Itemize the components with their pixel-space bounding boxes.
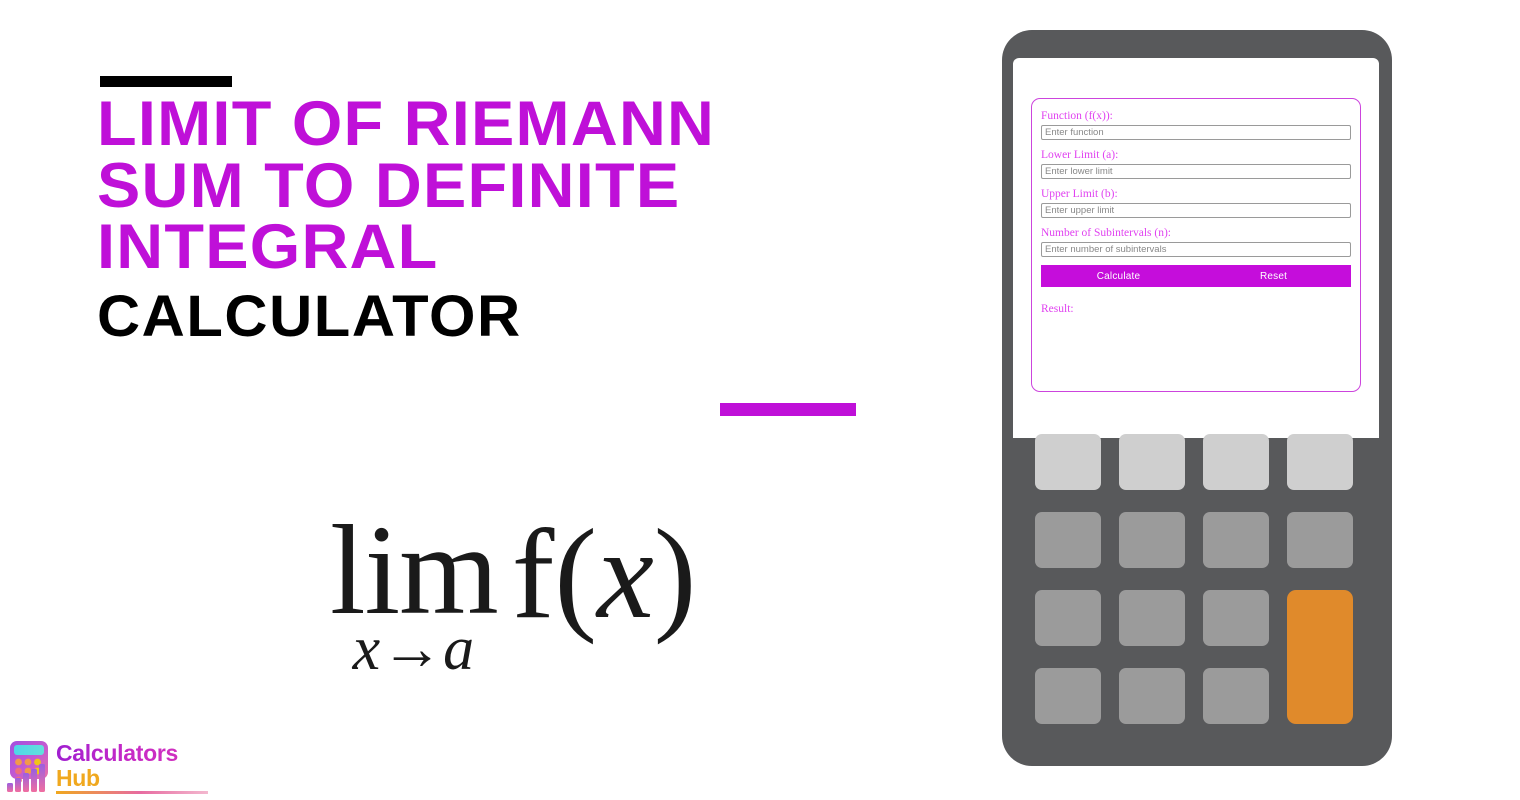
subtitle-accent-rule <box>720 403 856 416</box>
function-field-label: Function (f(x)): <box>1041 110 1113 122</box>
subintervals-input[interactable] <box>1041 242 1351 257</box>
limit-expression-prefix: f( <box>511 503 597 645</box>
function-input[interactable] <box>1041 125 1351 140</box>
limit-expression-variable: x <box>596 503 654 645</box>
keypad-key[interactable] <box>1035 668 1101 724</box>
hero-left-panel: Limit of Riemann Sum to Definite Integra… <box>0 0 960 800</box>
upper-limit-field-label: Upper Limit (b): <box>1041 188 1118 200</box>
reset-button[interactable]: Reset <box>1196 265 1351 287</box>
calculator-bars-logo-icon <box>7 741 48 792</box>
calculator-device: Function (f(x)): Lower Limit (a): Upper … <box>1002 30 1392 766</box>
riemann-sum-form: Function (f(x)): Lower Limit (a): Upper … <box>1031 98 1361 392</box>
page-subtitle: Calculator <box>97 284 522 350</box>
limit-formula: lim x→a f(x) <box>330 499 697 680</box>
keypad-key[interactable] <box>1203 512 1269 568</box>
result-label: Result: <box>1041 303 1074 315</box>
title-top-rule <box>100 76 232 87</box>
upper-limit-input[interactable] <box>1041 203 1351 218</box>
limit-subscript: x→a <box>330 618 498 680</box>
keypad-key[interactable] <box>1203 668 1269 724</box>
keypad-key[interactable] <box>1287 512 1353 568</box>
logo-word-hub: Hub <box>56 765 100 791</box>
lower-limit-input[interactable] <box>1041 164 1351 179</box>
lower-limit-field-label: Lower Limit (a): <box>1041 149 1119 161</box>
calculate-button[interactable]: Calculate <box>1041 265 1196 287</box>
page-title-line-2: Sum to Definite <box>97 150 681 221</box>
calculator-keypad <box>1035 434 1360 734</box>
keypad-key[interactable] <box>1119 668 1185 724</box>
page-title-line-3: Integral <box>97 212 439 283</box>
keypad-key[interactable] <box>1287 434 1353 490</box>
subintervals-field-label: Number of Subintervals (n): <box>1041 227 1171 239</box>
logo-wordmark: Calculators Hub <box>56 741 216 791</box>
keypad-key[interactable] <box>1119 512 1185 568</box>
limit-subscript-variable: x <box>352 614 382 683</box>
logo-word-calculators: Calculators <box>56 741 216 766</box>
keypad-key[interactable] <box>1119 590 1185 646</box>
calculator-screen: Function (f(x)): Lower Limit (a): Upper … <box>1013 58 1379 438</box>
form-action-bar: Calculate Reset <box>1041 265 1351 287</box>
keypad-equals-key[interactable] <box>1287 590 1353 724</box>
keypad-key[interactable] <box>1035 590 1101 646</box>
calculatorshub-logo[interactable]: Calculators Hub <box>4 739 219 797</box>
logo-underline <box>56 791 208 794</box>
page-title-line-1: Limit of Riemann <box>97 89 716 159</box>
keypad-key[interactable] <box>1119 434 1185 490</box>
limit-expression: f(x) <box>512 510 697 638</box>
limit-operator: lim <box>330 499 499 641</box>
page-title: Limit of Riemann Sum to Definite Integra… <box>97 89 880 350</box>
limit-subscript-target: a <box>443 614 476 683</box>
right-arrow-icon: → <box>381 614 444 683</box>
keypad-key[interactable] <box>1035 434 1101 490</box>
keypad-key[interactable] <box>1035 512 1101 568</box>
limit-expression-suffix: ) <box>653 503 697 645</box>
keypad-key[interactable] <box>1203 590 1269 646</box>
limit-operator-stack: lim x→a <box>330 499 499 680</box>
keypad-key[interactable] <box>1203 434 1269 490</box>
